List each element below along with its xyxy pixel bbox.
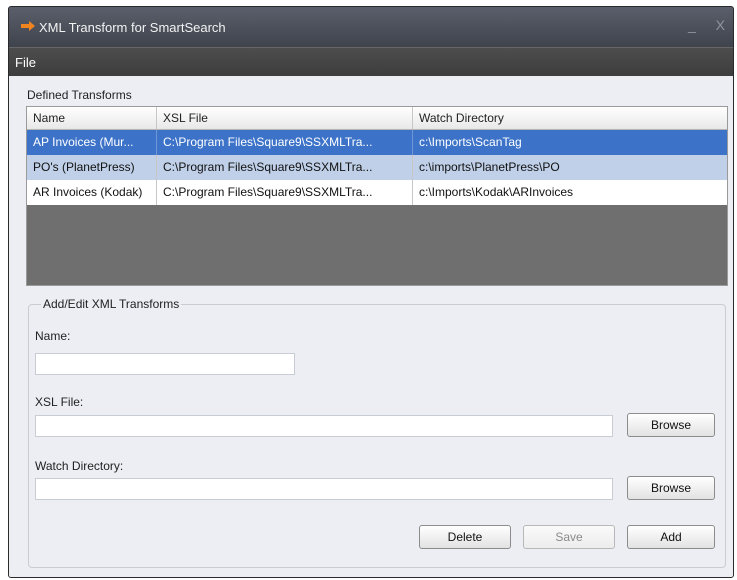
cell-watch-directory: c:\Imports\ScanTag [419, 135, 522, 149]
cell-name: AR Invoices (Kodak) [27, 180, 157, 205]
title-bar[interactable]: XML Transform for SmartSearch _ X [9, 7, 733, 47]
add-button[interactable]: Add [627, 525, 715, 549]
close-button[interactable]: X [716, 17, 725, 33]
table-row[interactable]: AR Invoices (Kodak) C:\Program Files\Squ… [27, 180, 727, 205]
column-header-xsl-file[interactable]: XSL File [157, 107, 413, 129]
save-button[interactable]: Save [523, 525, 615, 549]
arrow-right-icon [21, 21, 35, 31]
browse-watch-button[interactable]: Browse [627, 476, 715, 500]
cell-watch-directory: c:\Imports\Kodak\ARInvoices [419, 185, 574, 199]
cell-xsl-file: C:\Program Files\Square9\SSXMLTra... [157, 130, 413, 155]
cell-name: PO's (PlanetPress) [27, 155, 157, 180]
cell-watch-directory: c:\imports\PlanetPress\PO [419, 160, 560, 174]
defined-transforms-label: Defined Transforms [27, 88, 132, 102]
cell-xsl-file: C:\Program Files\Square9\SSXMLTra... [157, 155, 413, 180]
app-window: XML Transform for SmartSearch _ X File D… [8, 6, 734, 578]
menu-bar: File [9, 47, 733, 76]
grid-header: Name XSL File Watch Directory [27, 107, 727, 130]
table-row[interactable]: AP Invoices (Mur... C:\Program Files\Squ… [27, 130, 727, 155]
column-header-watch-directory[interactable]: Watch Directory [413, 107, 727, 129]
menu-file[interactable]: File [15, 55, 36, 70]
window-controls: _ X [672, 17, 725, 33]
watch-directory-label: Watch Directory: [35, 459, 124, 473]
table-row[interactable]: PO's (PlanetPress) C:\Program Files\Squa… [27, 155, 727, 180]
client-area: Defined Transforms Name XSL File Watch D… [9, 76, 733, 577]
cell-xsl-file: C:\Program Files\Square9\SSXMLTra... [157, 180, 413, 205]
xsl-file-input[interactable] [35, 415, 613, 437]
delete-button[interactable]: Delete [419, 525, 511, 549]
watch-directory-input[interactable] [35, 478, 613, 500]
name-input[interactable] [35, 353, 295, 375]
add-edit-legend: Add/Edit XML Transforms [41, 297, 182, 311]
minimize-button[interactable]: _ [688, 17, 696, 33]
name-label: Name: [35, 329, 71, 343]
column-header-name[interactable]: Name [27, 107, 157, 129]
cell-name: AP Invoices (Mur... [27, 130, 157, 155]
xsl-file-label: XSL File: [35, 395, 84, 409]
transforms-grid[interactable]: Name XSL File Watch Directory AP Invoice… [26, 106, 728, 286]
window-title: XML Transform for SmartSearch [39, 20, 226, 35]
browse-xsl-button[interactable]: Browse [627, 413, 715, 437]
add-edit-group: Add/Edit XML Transforms Name: XSL File: … [28, 297, 726, 568]
